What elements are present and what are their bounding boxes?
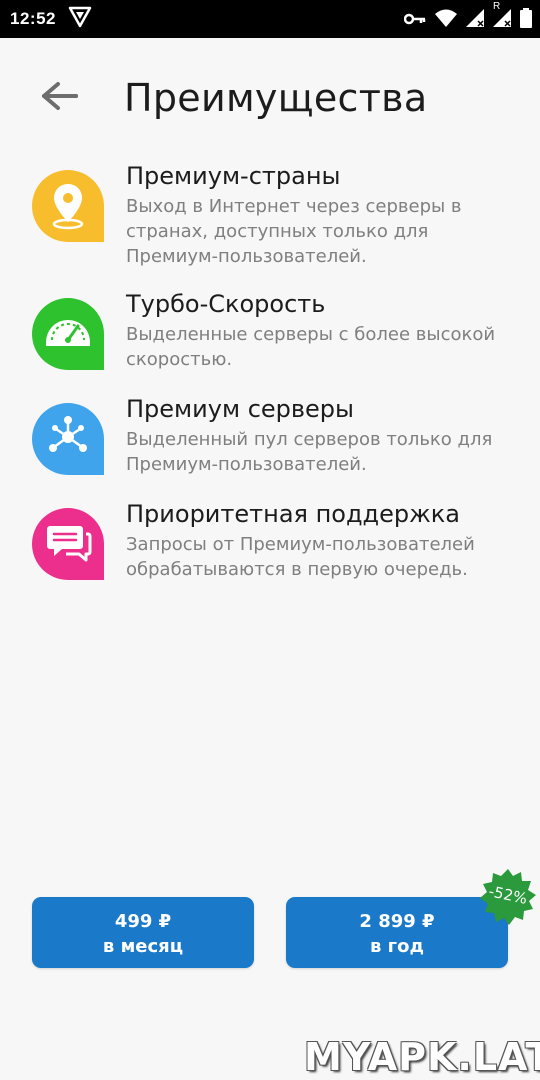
app-bar: Преимущества <box>0 38 540 158</box>
vpn-logo-icon <box>68 6 92 33</box>
feature-title: Приоритетная поддержка <box>126 500 460 528</box>
monthly-plan-button[interactable]: 499 ₽ в месяц <box>32 897 254 968</box>
key-icon <box>403 11 426 31</box>
plan-period: в год <box>370 936 424 957</box>
feature-title: Турбо-Скорость <box>126 290 326 318</box>
speedometer-icon <box>32 298 104 370</box>
signal-roaming-icon: R <box>493 1 511 32</box>
battery-icon <box>520 8 532 33</box>
watermark: MYAPK.LAT <box>304 1035 540 1079</box>
page-title: Преимущества <box>124 76 428 120</box>
plan-price: 2 899 ₽ <box>359 911 435 932</box>
feature-description: Выход в Интернет через серверы в странах… <box>126 196 462 267</box>
feature-description: Выделенные серверы с более высокой скоро… <box>126 324 496 370</box>
arrow-left-icon <box>42 82 78 110</box>
roaming-label: R <box>493 1 501 12</box>
network-nodes-icon <box>32 403 104 475</box>
feature-description: Запросы от Премиум-пользователей обрабат… <box>126 534 475 580</box>
location-pin-icon <box>32 170 104 242</box>
yearly-plan-button[interactable]: 2 899 ₽ в год <box>286 897 508 968</box>
plan-period: в месяц <box>102 936 184 957</box>
back-button[interactable] <box>36 74 84 122</box>
chat-bubble-icon <box>32 508 104 580</box>
status-bar: 12:52 R <box>0 0 540 38</box>
feature-description: Выделенный пул серверов только для Преми… <box>126 429 493 475</box>
status-time: 12:52 <box>10 9 56 28</box>
signal-icon <box>466 9 484 32</box>
plan-price: 499 ₽ <box>114 911 172 932</box>
feature-title: Премиум-страны <box>126 162 341 190</box>
wifi-icon <box>435 9 457 32</box>
feature-title: Премиум серверы <box>126 395 354 423</box>
